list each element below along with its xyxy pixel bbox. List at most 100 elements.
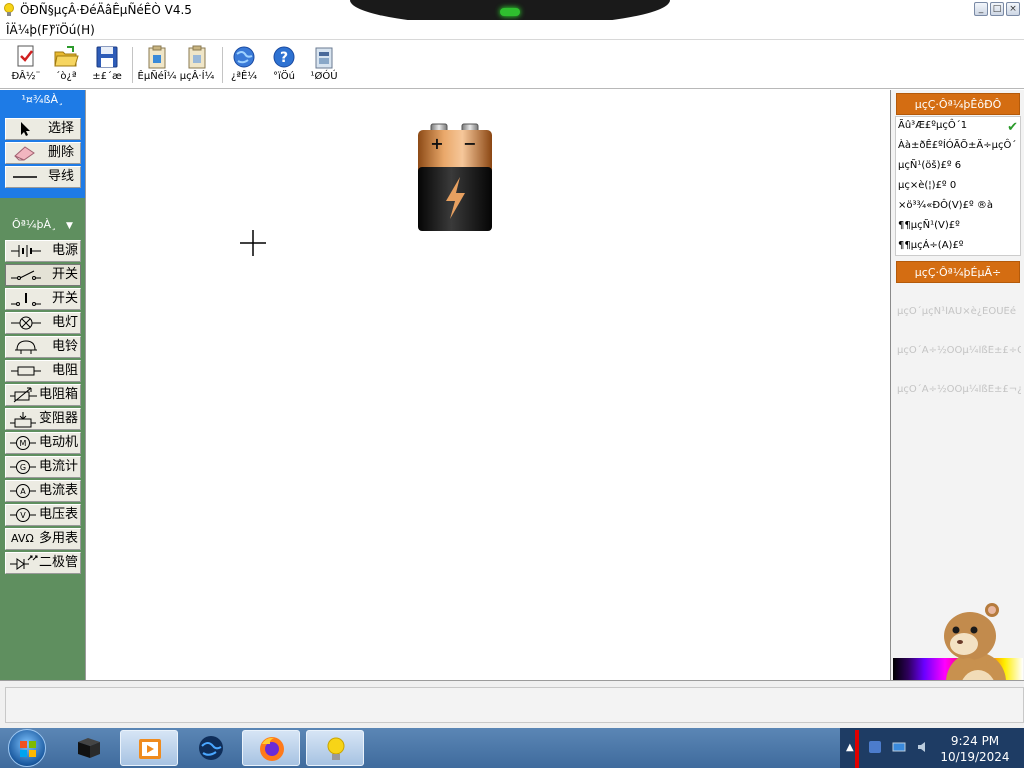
start-button[interactable]: ¿ªÊ¼	[224, 43, 264, 87]
minimize-button[interactable]: _	[974, 2, 988, 16]
svg-text:?: ?	[280, 50, 288, 66]
battery-component[interactable]: + −	[416, 123, 494, 235]
property-name: Ãû³Æ£ºµçÔ´1	[898, 120, 968, 131]
circuit-canvas[interactable]: + −	[85, 90, 890, 680]
multimeter-icon: AVΩ	[11, 532, 34, 545]
component-ammeter[interactable]: A 电流表	[5, 480, 81, 502]
component-label: 变阻器	[38, 411, 78, 426]
check-icon: ✔	[1007, 120, 1018, 135]
component-spdt-switch[interactable]: 开关	[5, 288, 81, 310]
network-icon[interactable]	[892, 740, 906, 754]
resistance-box-icon	[10, 387, 37, 403]
taskbar-app-firefox[interactable]	[242, 730, 300, 766]
windows-logo-icon	[20, 741, 36, 757]
component-label: 电阻箱	[38, 387, 78, 402]
experiment-list-label: ÊµÑéÎ¼	[137, 71, 177, 82]
component-power-source[interactable]: 电源	[5, 240, 81, 262]
menu-help[interactable]: °ïÖú(H)	[50, 23, 95, 37]
tools-header: ¹¤¾ßÀ¸	[21, 93, 64, 106]
circuit-diagram-button[interactable]: µçÂ·Í¼	[177, 43, 217, 87]
component-motor[interactable]: M 电动机	[5, 432, 81, 454]
globe-icon	[233, 46, 255, 68]
save-button[interactable]: ±£´æ	[87, 43, 127, 87]
clock-time[interactable]: 9:24 PM	[940, 734, 1010, 748]
component-label: 电铃	[51, 339, 78, 354]
component-label: 电流表	[38, 483, 78, 498]
component-label: 开关	[51, 267, 78, 282]
component-label: 电源	[51, 243, 78, 258]
delete-tool-label: 删除	[47, 145, 74, 160]
help-button[interactable]: ? °ïÖú	[264, 43, 304, 87]
svg-text:V: V	[20, 511, 26, 520]
taskbar-app-circuit-lab[interactable]	[306, 730, 364, 766]
taskbar-app-1[interactable]	[60, 730, 118, 766]
component-bell[interactable]: 电铃	[5, 336, 81, 358]
close-button[interactable]: ×	[1006, 2, 1020, 16]
about-button[interactable]: ¹ØÓÚ	[304, 43, 344, 87]
lightbulb-icon	[4, 3, 14, 16]
property-resistance[interactable]: µç×è(¦)£º 0	[898, 180, 956, 191]
select-tool-button[interactable]: 选择	[5, 118, 81, 140]
power-source-icon	[11, 245, 41, 257]
taskbar-app-globe[interactable]	[182, 730, 240, 766]
component-multimeter[interactable]: AVΩ 多用表	[5, 528, 81, 550]
delete-tool-button[interactable]: 删除	[5, 142, 81, 164]
component-label: 电压表	[38, 507, 78, 522]
description-line: µçÔ´Ä÷½ÓÕµ¼ÎßÊ±£¬¿Ê	[897, 384, 1021, 395]
tray-app-icon[interactable]	[868, 740, 882, 754]
right-panel: µçÇ·Ôª¼þÊôÐÔ Ãû³Æ£ºµçÔ´1 ✔ Àà±ðÊ£ºÍÓÃÕ±Ä…	[890, 90, 1024, 680]
property-rated-voltage: ¶¶µçÑ¹(V)£º	[898, 220, 960, 231]
window-title: ÖÐÑ§µçÂ·ÐéÄâÊµÑéÊÒ V4.5	[20, 3, 192, 17]
component-label: 开关	[51, 291, 78, 306]
component-galvanometer[interactable]: G 电流计	[5, 456, 81, 478]
rheostat-icon	[10, 412, 36, 428]
experiment-list-button[interactable]: ÊµÑéÎ¼	[137, 43, 177, 87]
component-voltmeter[interactable]: V 电压表	[5, 504, 81, 526]
menu-file[interactable]: ÎÄ¼þ(F)	[6, 23, 53, 37]
firefox-icon	[260, 737, 284, 761]
open-button[interactable]: ´ò¿ª	[46, 43, 86, 87]
app-window: ÖÐÑ§µçÂ·ÐéÄâÊµÑéÊÒ V4.5 _ □ × ÎÄ¼þ(F) °ï…	[0, 0, 1024, 768]
component-rheostat[interactable]: 变阻器	[5, 408, 81, 430]
menu-bar: ÎÄ¼þ(F) °ïÖú(H)	[0, 20, 1024, 40]
property-voltage[interactable]: µçÑ¹(öš)£º 6	[898, 160, 961, 171]
svg-text:+: +	[430, 134, 443, 153]
tray-expand-icon[interactable]: ▲	[846, 742, 854, 753]
help-icon: ?	[273, 46, 295, 68]
clock-date[interactable]: 10/19/2024	[940, 750, 1010, 764]
bell-icon	[15, 340, 37, 354]
circuit-diagram-icon	[188, 45, 206, 69]
start-button[interactable]	[8, 729, 46, 767]
description-line: µçÔ´µçÑ¹ÍÄÛ×è¿ÉÖÜÊé	[897, 306, 1017, 317]
component-resistance-box[interactable]: 电阻箱	[5, 384, 81, 406]
property-type: Àà±ðÊ£ºÍÓÃÕ±Ä÷µçÔ´	[898, 140, 1017, 151]
component-lamp[interactable]: 电灯	[5, 312, 81, 334]
save-disk-icon	[96, 46, 118, 68]
left-panel: ¹¤¾ßÀ¸ 选择 删除 导线 Ôª¼þÀ¸ ▼ 电源 开关 开关 电灯 电铃 …	[0, 90, 85, 680]
speaker-icon[interactable]	[916, 740, 930, 754]
components-header[interactable]: Ôª¼þÀ¸ ▼	[0, 214, 85, 236]
status-text	[5, 687, 1024, 723]
media-box-icon	[78, 738, 100, 758]
component-diode[interactable]: 二极管	[5, 552, 81, 574]
component-resistor[interactable]: 电阻	[5, 360, 81, 382]
pointer-icon	[21, 122, 30, 136]
component-label: 电动机	[38, 435, 78, 450]
component-switch[interactable]: 开关	[5, 264, 81, 286]
new-button[interactable]: ÐÂ½¨	[6, 43, 46, 87]
taskbar-app-media-player[interactable]	[120, 730, 178, 766]
help-label: °ïÖú	[273, 71, 295, 82]
select-tool-label: 选择	[47, 121, 74, 136]
wire-tool-button[interactable]: 导线	[5, 166, 81, 188]
properties-header: µçÇ·Ôª¼þÊôÐÔ	[896, 93, 1020, 115]
new-label: ÐÂ½¨	[11, 71, 41, 82]
svg-text:−: −	[463, 134, 476, 153]
svg-text:G: G	[20, 463, 26, 472]
open-folder-icon	[54, 46, 79, 67]
tray-indicator	[855, 730, 859, 768]
globe-icon	[199, 736, 223, 760]
spdt-switch-icon	[11, 293, 41, 306]
description-header: µçÇ·Ôª¼þÉµÃ÷	[896, 261, 1020, 283]
maximize-button[interactable]: □	[990, 2, 1004, 16]
component-label: 电灯	[51, 315, 78, 330]
